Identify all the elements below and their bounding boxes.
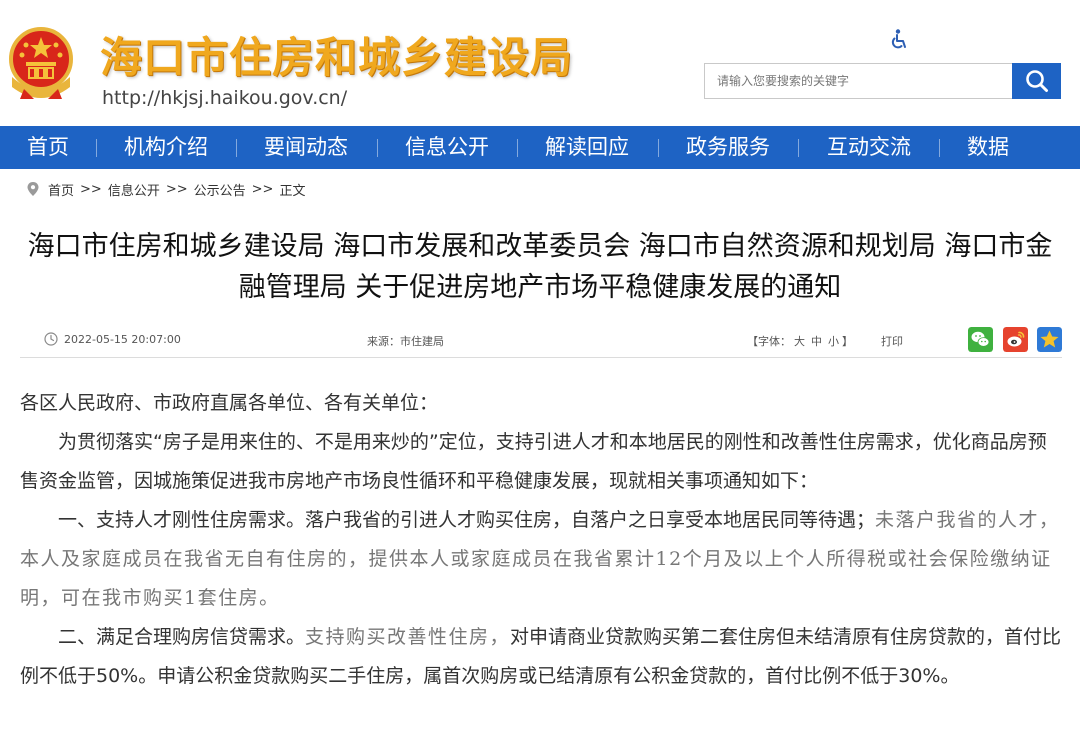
item-2-subtext: 支持购买改善性住房， — [305, 626, 511, 648]
nav-item-interaction[interactable]: 互动交流 — [827, 126, 911, 169]
nav-item-services[interactable]: 政务服务 — [686, 126, 770, 169]
accessibility-icon[interactable] — [888, 28, 910, 50]
qzone-icon[interactable] — [1037, 327, 1062, 352]
meta-divider — [20, 357, 1062, 358]
nav-divider — [377, 139, 378, 157]
location-pin-icon — [27, 182, 39, 196]
print-link[interactable]: 打印 — [881, 333, 903, 349]
nav-item-disclosure[interactable]: 信息公开 — [405, 126, 489, 169]
breadcrumb-separator: >> — [165, 181, 188, 197]
search-icon — [1025, 70, 1048, 92]
weibo-icon[interactable] — [1003, 327, 1028, 352]
intro-paragraph: 为贯彻落实“房子是用来住的、不是用来炒的”定位，支持引进人才和本地居民的刚性和改… — [20, 431, 1047, 492]
breadcrumb-separator: >> — [80, 181, 102, 197]
font-size-switcher: 【字体：大中小】 — [747, 333, 853, 349]
article-source: 来源：市住建局 — [367, 333, 444, 349]
item-2-heading: 二、满足合理购房信贷需求。 — [58, 626, 306, 648]
national-emblem-icon[interactable] — [6, 25, 76, 101]
breadcrumb-notices[interactable]: 公示公告 — [194, 180, 246, 199]
breadcrumb-home[interactable]: 首页 — [48, 180, 74, 199]
source-label: 来源： — [367, 335, 400, 348]
nav-divider — [96, 139, 97, 157]
item-1-text: 一、支持人才刚性住房需求。落户我省的引进人才购买住房，自落户之日享受本地居民同等… — [58, 509, 876, 531]
article-meta: 2022-05-15 20:07:00 来源：市住建局 【字体：大中小】 打印 — [20, 322, 1062, 358]
nav-item-news[interactable]: 要闻动态 — [264, 126, 348, 169]
search-input[interactable] — [704, 63, 1021, 99]
main-nav: 首页 机构介绍 要闻动态 信息公开 解读回应 政务服务 互动交流 数据 — [0, 126, 1080, 169]
breadcrumb-disclosure[interactable]: 信息公开 — [108, 180, 160, 199]
font-size-large[interactable]: 大 — [794, 335, 805, 348]
nav-item-about[interactable]: 机构介绍 — [124, 126, 208, 169]
search-button[interactable] — [1012, 63, 1061, 99]
font-size-small[interactable]: 小 — [828, 335, 839, 348]
item-1-paragraph: 一、支持人才刚性住房需求。落户我省的引进人才购买住房，自落户之日享受本地居民同等… — [20, 501, 1062, 618]
wechat-icon[interactable] — [968, 327, 993, 352]
font-size-medium[interactable]: 中 — [811, 335, 822, 348]
clock-icon — [44, 332, 58, 346]
breadcrumb: 首页 >> 信息公开 >> 公示公告 >> 正文 — [26, 180, 306, 199]
salutation-paragraph: 各区人民政府、市政府直属各单位、各有关单位： — [20, 392, 439, 414]
nav-item-interpretation[interactable]: 解读回应 — [545, 126, 629, 169]
site-header: 海口市住房和城乡建设局 http://hkjsj.haikou.gov.cn/ — [0, 0, 1080, 126]
site-url[interactable]: http://hkjsj.haikou.gov.cn/ — [102, 87, 347, 109]
publish-date: 2022-05-15 20:07:00 — [64, 333, 181, 346]
nav-divider — [517, 139, 518, 157]
breadcrumb-current: 正文 — [279, 183, 306, 199]
font-size-close: 】 — [842, 335, 853, 348]
nav-divider — [236, 139, 237, 157]
nav-divider — [939, 139, 940, 157]
nav-item-home[interactable]: 首页 — [27, 126, 69, 169]
breadcrumb-separator: >> — [251, 181, 274, 197]
article-body: 各区人民政府、市政府直属各单位、各有关单位： 为贯彻落实“房子是用来住的、不是用… — [20, 384, 1062, 696]
site-title[interactable]: 海口市住房和城乡建设局 — [100, 24, 573, 85]
search-box — [704, 63, 1061, 99]
source-value: 市住建局 — [400, 335, 444, 348]
item-2-paragraph: 二、满足合理购房信贷需求。支持购买改善性住房，对申请商业贷款购买第二套住房但未结… — [20, 618, 1062, 696]
article-title: 海口市住房和城乡建设局 海口市发展和改革委员会 海口市自然资源和规划局 海口市金… — [27, 231, 1053, 303]
nav-divider — [658, 139, 659, 157]
font-size-label: 【字体： — [747, 335, 791, 348]
nav-divider — [798, 139, 799, 157]
nav-item-data[interactable]: 数据 — [967, 126, 1009, 169]
